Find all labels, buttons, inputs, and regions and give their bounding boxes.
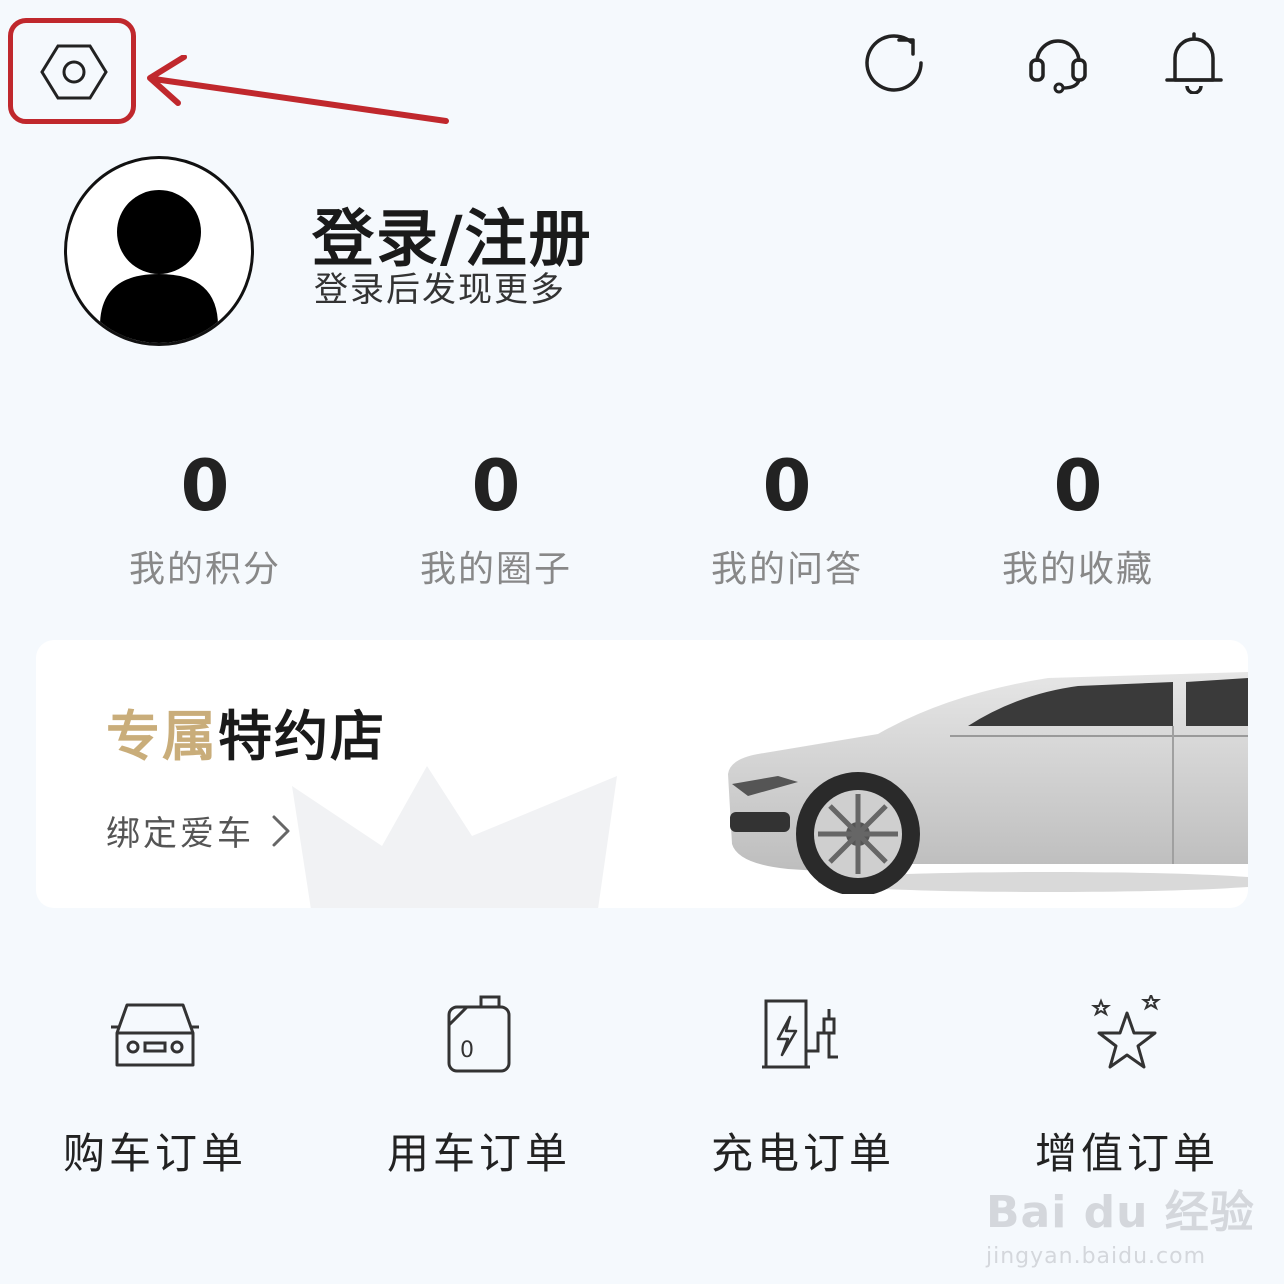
refresh-icon [865,34,923,92]
car-icon [111,1003,199,1067]
stat-value: 0 [471,445,521,527]
order-purchase[interactable]: 购车订单 [25,990,285,1181]
baidu-watermark: Bai du 经验 jingyan.baidu.com [986,1176,1255,1269]
order-value-added[interactable]: 增值订单 [997,990,1257,1181]
avatar[interactable] [64,156,254,346]
stat-value: 0 [1053,445,1103,527]
bell-icon [1165,32,1223,94]
order-label: 用车订单 [386,1129,571,1178]
crown-watermark-icon [292,766,617,908]
stat-points[interactable]: 0 我的积分 [85,446,325,592]
customer-service-button[interactable] [1022,28,1094,94]
chevron-right-icon [272,815,290,846]
stat-label: 我的圈子 [419,549,572,590]
star-icon [1091,995,1161,1069]
user-silhouette-icon [100,190,218,343]
dealer-banner[interactable]: 专属特约店 绑定爱车 [36,640,1248,908]
login-subtitle: 登录后发现更多 [314,270,566,310]
stat-favorites[interactable]: 0 我的收藏 [958,446,1198,592]
watermark-sub: jingyan.baidu.com [986,1244,1207,1269]
annotation-highlight-box [8,18,136,124]
refresh-button[interactable] [858,28,930,98]
stat-circles[interactable]: 0 我的圈子 [376,446,616,592]
notification-button[interactable] [1158,28,1230,94]
annotation-arrow [147,55,449,124]
svg-text:0: 0 [460,1038,474,1063]
car-image [728,672,1248,894]
stat-label: 我的收藏 [1001,549,1154,590]
banner-title: 专属特约店 [106,692,386,771]
watermark-main: Bai du 经验 [986,1187,1255,1238]
order-usage[interactable]: 0 用车订单 [349,990,609,1181]
headset-icon [1029,39,1087,94]
bind-car-label: 绑定爱车 [106,814,254,854]
banner-title-main: 特约店 [218,705,386,768]
banner-title-highlight: 专属 [106,705,218,768]
fuel-can-icon: 0 [447,995,511,1073]
charging-station-icon [762,999,838,1069]
stat-label: 我的积分 [128,549,281,590]
order-label: 购车订单 [62,1129,247,1178]
stat-value: 0 [762,445,812,527]
stat-qa[interactable]: 0 我的问答 [667,446,907,592]
stat-value: 0 [180,445,230,527]
order-charging[interactable]: 充电订单 [673,990,933,1181]
stat-label: 我的问答 [710,549,863,590]
order-label: 充电订单 [710,1129,895,1178]
order-label: 增值订单 [1034,1129,1219,1178]
bind-car-link[interactable]: 绑定爱车 [106,806,292,855]
